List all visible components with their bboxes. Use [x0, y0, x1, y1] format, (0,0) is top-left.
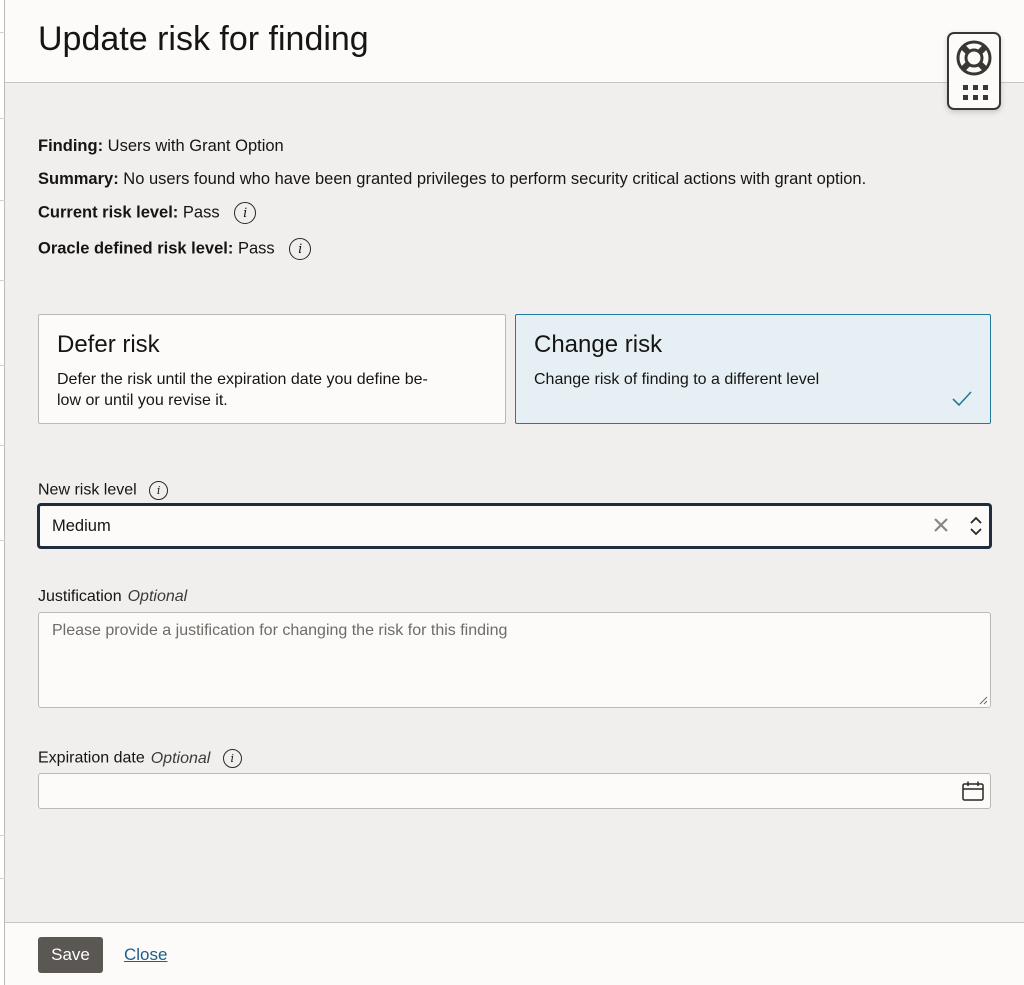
- lifebuoy-icon: [956, 40, 992, 76]
- justification-placeholder: Please provide a justification for chang…: [52, 622, 508, 639]
- finding-value: Users with Grant Option: [107, 137, 284, 155]
- change-risk-description: Change risk of finding to a different le…: [534, 371, 820, 388]
- sort-updown-icon[interactable]: [969, 515, 983, 537]
- oracle-risk-info-icon[interactable]: i: [289, 238, 312, 260]
- expiration-date-info-icon[interactable]: i: [222, 749, 242, 768]
- new-risk-level-value: Medium: [52, 517, 111, 535]
- summary-value: No users found who have been granted pri…: [123, 170, 867, 188]
- clear-icon[interactable]: [934, 518, 948, 532]
- current-risk-line: Current risk level: Pass i: [38, 202, 257, 224]
- resize-handle-icon[interactable]: [978, 695, 988, 705]
- oracle-risk-line: Oracle defined risk level: Pass i: [38, 238, 312, 260]
- drawer-header: Update risk for finding: [5, 0, 1024, 83]
- expiration-date-input[interactable]: [38, 773, 991, 809]
- new-risk-level-label: New risk level i: [38, 481, 169, 500]
- new-risk-level-label-text: New risk level: [38, 481, 137, 499]
- calendar-icon[interactable]: [962, 781, 984, 801]
- defer-risk-description-line2: low or until you revise it.: [57, 392, 228, 409]
- app-grid-icon: [963, 85, 988, 100]
- change-risk-card[interactable]: Change risk Change risk of finding to a …: [515, 314, 991, 424]
- drawer-footer: Save Close: [5, 922, 1024, 985]
- expiration-optional-tag: Optional: [150, 749, 211, 767]
- current-risk-info-icon[interactable]: i: [234, 202, 257, 224]
- current-risk-value: Pass: [182, 203, 220, 222]
- justification-label-text: Justification: [38, 588, 122, 605]
- summary-line: Summary: No users found who have been gr…: [38, 170, 866, 189]
- justification-label: Justification Optional: [38, 588, 187, 606]
- justification-textarea[interactable]: Please provide a justification for chang…: [38, 612, 991, 708]
- finding-label: Finding:: [38, 137, 104, 155]
- change-risk-title: Change risk: [534, 331, 663, 358]
- oracle-risk-label: Oracle defined risk level:: [38, 239, 234, 258]
- defer-risk-title: Defer risk: [57, 331, 160, 358]
- help-widget-button[interactable]: [947, 32, 1001, 110]
- new-risk-level-info-icon[interactable]: i: [149, 481, 169, 500]
- expiration-date-label-text: Expiration date: [38, 749, 145, 767]
- close-link[interactable]: Close: [124, 945, 167, 965]
- update-risk-drawer: Update risk for finding Finding: Users w…: [5, 0, 1024, 985]
- expiration-date-label: Expiration date Optional i: [38, 749, 242, 768]
- finding-line: Finding: Users with Grant Option: [38, 137, 284, 156]
- defer-risk-description-line1: Defer the risk until the expiration date…: [57, 371, 428, 388]
- new-risk-level-select[interactable]: Medium: [38, 504, 991, 548]
- checkmark-icon: [952, 391, 972, 407]
- justification-optional-tag: Optional: [127, 588, 188, 605]
- oracle-risk-value: Pass: [237, 239, 275, 258]
- page-title: Update risk for finding: [38, 20, 369, 58]
- summary-label: Summary:: [38, 170, 119, 188]
- current-risk-label: Current risk level:: [38, 203, 179, 222]
- save-button[interactable]: Save: [38, 937, 103, 973]
- defer-risk-card[interactable]: Defer risk Defer the risk until the expi…: [38, 314, 506, 424]
